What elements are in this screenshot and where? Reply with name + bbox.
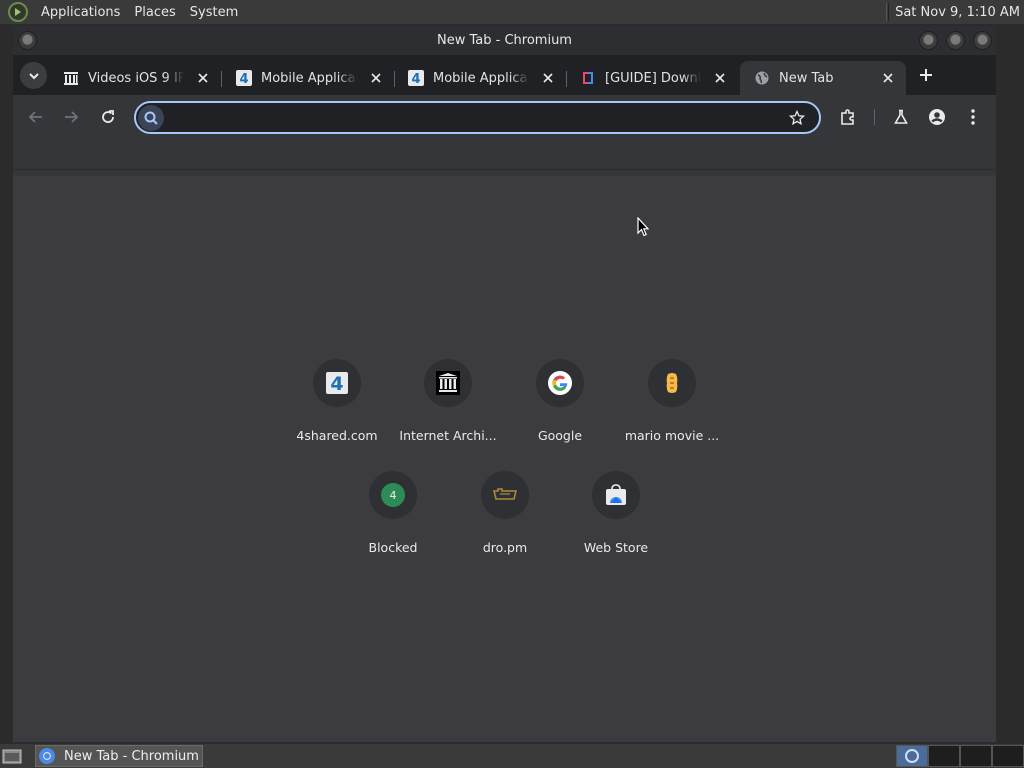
plus-icon [920, 69, 932, 81]
shortcut-dro-pm[interactable]: dro.pm [449, 465, 561, 565]
bookmark-star-icon[interactable] [787, 108, 807, 128]
shortcut-4shared[interactable]: 4 4shared.com [281, 353, 393, 453]
extensions-button[interactable] [838, 107, 858, 127]
labs-button[interactable] [891, 107, 911, 127]
minimize-button[interactable] [919, 31, 938, 50]
svg-text:4: 4 [330, 373, 343, 395]
forward-button[interactable] [61, 107, 81, 127]
mario-icon [648, 359, 696, 407]
archive-icon [63, 70, 79, 86]
shortcut-label: 4shared.com [296, 428, 378, 443]
arrow-left-icon [28, 111, 42, 123]
panel-separator [886, 3, 890, 21]
chromium-icon [39, 748, 55, 764]
close-tab-icon[interactable] [540, 70, 556, 86]
shortcut-label: Google [537, 428, 583, 443]
kebab-menu-icon [971, 109, 975, 125]
dropm-icon [481, 471, 529, 519]
blocked-badge: 4 [381, 483, 405, 507]
workspace-switcher [896, 744, 1024, 768]
tab-title: Mobile Applications [433, 70, 529, 86]
tab-title: Mobile Applications [261, 70, 357, 86]
taskbar-chromium[interactable]: New Tab - Chromium [35, 745, 203, 767]
window-title: New Tab - Chromium [437, 33, 572, 48]
address-input[interactable] [164, 103, 787, 132]
4shared-icon: 4 [236, 70, 252, 86]
new-tab-button[interactable] [916, 65, 936, 85]
bookmarks-bar [13, 139, 996, 170]
close-tab-icon[interactable] [880, 70, 896, 86]
svg-text:4: 4 [411, 72, 420, 86]
person-icon [929, 109, 945, 125]
menu-applications[interactable]: Applications [34, 5, 127, 20]
menu-system[interactable]: System [183, 5, 245, 20]
chevron-down-icon [28, 72, 39, 79]
workspace-4[interactable] [992, 745, 1024, 767]
4shared-icon: 4 [313, 359, 361, 407]
chromium-icon [905, 749, 919, 763]
shortcut-blocked[interactable]: 4 Blocked [337, 465, 449, 565]
back-button[interactable] [26, 107, 46, 127]
omnibox[interactable] [134, 101, 821, 134]
shortcut-mario-movie[interactable]: mario movie ... [616, 353, 728, 453]
show-desktop-button[interactable] [1, 747, 23, 765]
google-icon [536, 359, 584, 407]
tab-mobile-applications-1[interactable]: 4 Mobile Applications [222, 61, 394, 95]
taskbar-label: New Tab - Chromium [64, 748, 199, 764]
arrow-right-icon [65, 111, 79, 123]
window-menu-button[interactable] [18, 31, 37, 50]
workspace-3[interactable] [960, 745, 992, 767]
top-panel: Applications Places System Sat Nov 9, 1:… [0, 0, 1024, 24]
tab-new-tab[interactable]: New Tab [740, 61, 906, 95]
tab-title: New Tab [779, 70, 834, 86]
4shared-icon: 4 [408, 70, 424, 86]
distro-logo-icon[interactable] [8, 2, 28, 22]
shortcut-label: Web Store [583, 540, 649, 555]
shortcut-label: Internet Archi... [399, 428, 497, 443]
menu-button[interactable] [963, 107, 983, 127]
bottom-panel: New Tab - Chromium [0, 744, 1024, 768]
maximize-button[interactable] [946, 31, 965, 50]
toolbar-separator [874, 109, 875, 125]
toolbar [13, 95, 996, 139]
profile-button[interactable] [927, 107, 947, 127]
puzzle-icon [841, 109, 854, 125]
reload-button[interactable] [98, 107, 118, 127]
shortcut-internet-archive[interactable]: Internet Archi... [392, 353, 504, 453]
tab-mobile-applications-2[interactable]: 4 Mobile Applications [394, 61, 566, 95]
shortcut-label: mario movie ... [624, 428, 720, 443]
tab-strip: Videos iOS 9 IPA 4 Mobile Applications 4… [13, 55, 996, 95]
close-tab-icon[interactable] [368, 70, 384, 86]
tab-guide-download[interactable]: [GUIDE] Download [566, 61, 738, 95]
browser-window: New Tab - Chromium Videos iOS 9 IPA 4 Mo… [13, 26, 996, 742]
desktop-icon [2, 749, 22, 764]
globe-icon [754, 70, 770, 86]
tab-videos-ios[interactable]: Videos iOS 9 IPA [49, 61, 221, 95]
tab-title: Videos iOS 9 IPA [88, 70, 184, 86]
search-icon [138, 104, 164, 131]
flask-icon [894, 109, 908, 124]
shortcut-web-store[interactable]: Web Store [560, 465, 672, 565]
guide-icon [580, 70, 596, 86]
webstore-icon [592, 471, 640, 519]
shortcut-google[interactable]: Google [504, 353, 616, 453]
archive-icon [424, 359, 472, 407]
workspace-2[interactable] [928, 745, 960, 767]
workspace-1[interactable] [896, 745, 928, 767]
svg-text:4: 4 [239, 72, 248, 86]
tab-title: [GUIDE] Download [605, 70, 701, 86]
shortcut-label: Blocked [368, 540, 418, 555]
window-titlebar[interactable]: New Tab - Chromium [13, 26, 996, 55]
tab-search-button[interactable] [20, 62, 47, 89]
close-tab-icon[interactable] [712, 70, 728, 86]
menu-places[interactable]: Places [127, 5, 182, 20]
reload-icon [102, 110, 114, 123]
clock[interactable]: Sat Nov 9, 1:10 AM [895, 5, 1024, 20]
new-tab-page: 4 4shared.com Internet Archi... Google m… [13, 176, 996, 742]
close-window-button[interactable] [973, 31, 992, 50]
shortcut-label: dro.pm [482, 540, 528, 555]
blocked-icon: 4 [369, 471, 417, 519]
close-tab-icon[interactable] [195, 70, 211, 86]
mouse-cursor-icon [637, 217, 649, 237]
